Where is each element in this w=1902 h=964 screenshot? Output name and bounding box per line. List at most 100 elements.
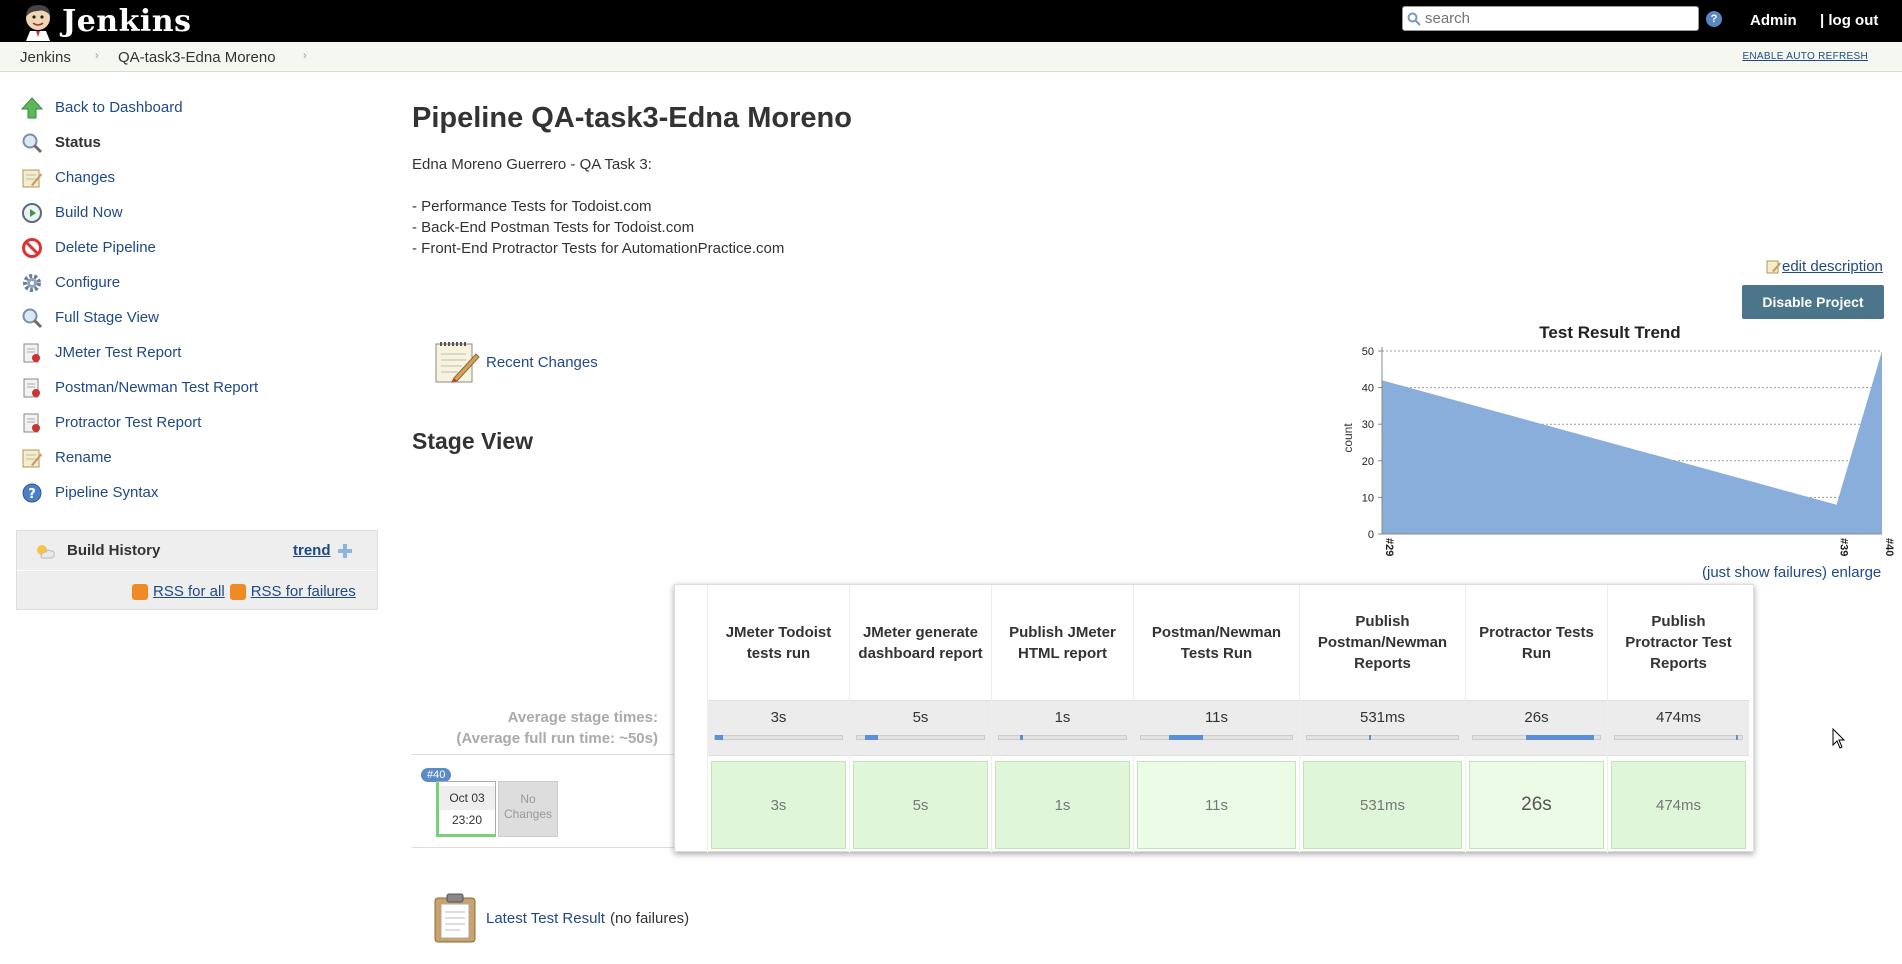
search-help-icon[interactable]: ? — [1706, 11, 1722, 27]
edit-description-link[interactable]: edit description — [1766, 258, 1883, 275]
stage-view-table: JMeter Todoist tests run 3s 3s JMeter gener… — [674, 584, 1754, 853]
report-icon — [20, 376, 44, 400]
sidebar-item-rename[interactable]: Rename — [16, 440, 378, 475]
disable-project-button[interactable]: Disable Project — [1742, 285, 1884, 319]
stage-average-time: 5s — [912, 709, 929, 726]
breadcrumb-separator-icon[interactable]: › — [303, 50, 307, 62]
sidebar-item-changes[interactable]: Changes — [16, 160, 378, 195]
stage-header[interactable]: JMeter generate dashboard report — [850, 585, 991, 700]
stage-progress-bar — [998, 735, 1127, 740]
chart-y-tick-label: 30 — [1362, 419, 1374, 431]
user-link[interactable]: Admin — [1750, 12, 1797, 29]
breadcrumb-separator-icon[interactable]: › — [95, 50, 99, 62]
recent-changes-link[interactable]: Recent Changes — [486, 354, 598, 371]
test-result-trend-chart[interactable]: Test Result Trend count 0 10 20 30 40 50 #29 #… — [1330, 318, 1900, 562]
sidebar-item-label: Build Now — [55, 204, 123, 221]
sidebar-item-label: Full Stage View — [55, 309, 159, 326]
latest-test-result-link[interactable]: Latest Test Result — [486, 910, 605, 927]
no-entry-icon — [20, 236, 44, 260]
sidebar-item-build-now[interactable]: Build Now — [16, 195, 378, 230]
stage-progress-fill — [1526, 735, 1594, 740]
stage-cell[interactable]: 1s — [995, 761, 1130, 849]
stage-progress-fill — [1369, 735, 1371, 740]
stage-progress-fill — [1169, 735, 1203, 740]
stage-cell[interactable]: 5s — [853, 761, 988, 849]
logout-link[interactable]: | log out — [1820, 12, 1878, 29]
stage-header[interactable]: JMeter Todoist tests run — [708, 585, 849, 700]
sidebar-item-label: Changes — [55, 169, 116, 186]
breadcrumb-jenkins[interactable]: Jenkins — [20, 49, 71, 66]
sidebar-item-pipeline-syntax[interactable]: ? Pipeline Syntax — [16, 475, 378, 510]
enlarge-link[interactable]: enlarge — [1831, 564, 1881, 581]
rss-for-failures-link[interactable]: RSS for failures — [251, 583, 356, 600]
sidebar-item-back-to-dashboard[interactable]: Back to Dashboard — [16, 90, 378, 125]
search-box[interactable] — [1402, 6, 1699, 31]
stage-average: 5s — [850, 700, 991, 756]
stage-view-title: Stage View — [412, 428, 534, 454]
description-line: - Back-End Postman Tests for Todoist.com — [412, 219, 695, 236]
breadcrumb-project[interactable]: QA-task3-Edna Moreno — [118, 49, 276, 66]
stage-progress-fill — [715, 735, 723, 740]
jenkins-wordmark: Jenkins — [62, 3, 192, 39]
plus-icon[interactable] — [338, 544, 352, 558]
stage-header[interactable]: Publish Protractor Test Reports — [1608, 585, 1749, 700]
stage-header[interactable]: Publish JMeter HTML report — [992, 585, 1133, 700]
side-panel: Back to Dashboard Status Changes Build N… — [16, 90, 378, 510]
sidebar-item-label: JMeter Test Report — [55, 344, 182, 361]
chart-x-tick-label: #40 — [1883, 538, 1895, 556]
stage-average-time: 26s — [1524, 709, 1549, 726]
enable-auto-refresh-link[interactable]: ENABLE AUTO REFRESH — [1742, 51, 1868, 62]
sidebar-item-label: Delete Pipeline — [55, 239, 156, 256]
stage-header[interactable]: Protractor Tests Run — [1466, 585, 1607, 700]
rss-icon[interactable] — [132, 583, 148, 600]
sidebar-item-postman-newman-test-report[interactable]: Postman/Newman Test Report — [16, 370, 378, 405]
build-history-trend-link[interactable]: trend — [293, 542, 331, 559]
stage-header[interactable]: Postman/Newman Tests Run — [1134, 585, 1299, 700]
build-date-box[interactable]: Oct 03 23:20 — [436, 781, 496, 837]
stage-column: Publish Postman/Newman Reports 531ms 531ms — [1299, 585, 1465, 853]
rss-icon[interactable] — [229, 583, 246, 600]
sidebar-item-status[interactable]: Status — [16, 125, 378, 160]
chart-x-tick-label: #39 — [1838, 538, 1850, 556]
sidebar-item-delete-pipeline[interactable]: Delete Pipeline — [16, 230, 378, 265]
edit-icon — [1766, 260, 1781, 273]
clipboard-icon — [434, 893, 476, 943]
stage-average-time: 531ms — [1359, 709, 1406, 726]
stage-average-time: 1s — [1054, 709, 1071, 726]
stage-header[interactable]: Publish Postman/Newman Reports — [1300, 585, 1465, 700]
sidebar-item-jmeter-test-report[interactable]: JMeter Test Report — [16, 335, 378, 370]
notepad-icon — [20, 446, 44, 470]
stage-cell[interactable]: 3s — [711, 761, 846, 849]
build-time: 23:20 — [451, 813, 483, 827]
sidebar-item-full-stage-view[interactable]: Full Stage View — [16, 300, 378, 335]
stage-average: 3s — [708, 700, 849, 756]
help-icon: ? — [20, 481, 44, 505]
stage-progress-bar — [856, 735, 985, 740]
latest-test-result: Latest Test Result (no failures) — [432, 892, 689, 944]
sidebar-item-configure[interactable]: Configure — [16, 265, 378, 300]
jenkins-logo[interactable]: Jenkins — [18, 0, 191, 42]
magnifier-icon — [20, 131, 44, 155]
top-header: Jenkins ? Admin | log out — [0, 0, 1902, 42]
stage-average: 11s — [1134, 700, 1299, 756]
chart-x-tick-label: #29 — [1383, 538, 1395, 556]
report-icon — [20, 411, 44, 435]
just-show-failures-link[interactable]: (just show failures) — [1702, 564, 1827, 581]
search-input[interactable] — [1425, 9, 1693, 28]
stage-cell[interactable]: 474ms — [1611, 761, 1746, 849]
stage-progress-fill — [1736, 735, 1738, 740]
stage-column: JMeter Todoist tests run 3s 3s — [707, 585, 849, 853]
build-history-panel: Build History trend RSS for all RSS for … — [16, 530, 378, 610]
stage-column: Publish Protractor Test Reports 474ms 474m… — [1607, 585, 1749, 853]
stage-average: 1s — [992, 700, 1133, 756]
stage-cell[interactable]: 11s — [1137, 761, 1296, 849]
average-full-run-time-line: (Average full run time: ~50s) — [456, 730, 658, 747]
build-changes-box[interactable]: No Changes — [498, 781, 558, 837]
stage-cell[interactable]: 26s — [1469, 761, 1604, 849]
stage-progress-fill — [1020, 735, 1023, 740]
project-description: Edna Moreno Guerrero - QA Task 3: - Perf… — [412, 154, 784, 259]
sidebar-item-protractor-test-report[interactable]: Protractor Test Report — [16, 405, 378, 440]
sidebar-item-label: Back to Dashboard — [55, 99, 183, 116]
rss-for-all-link[interactable]: RSS for all — [153, 583, 225, 600]
stage-cell[interactable]: 531ms — [1303, 761, 1462, 849]
